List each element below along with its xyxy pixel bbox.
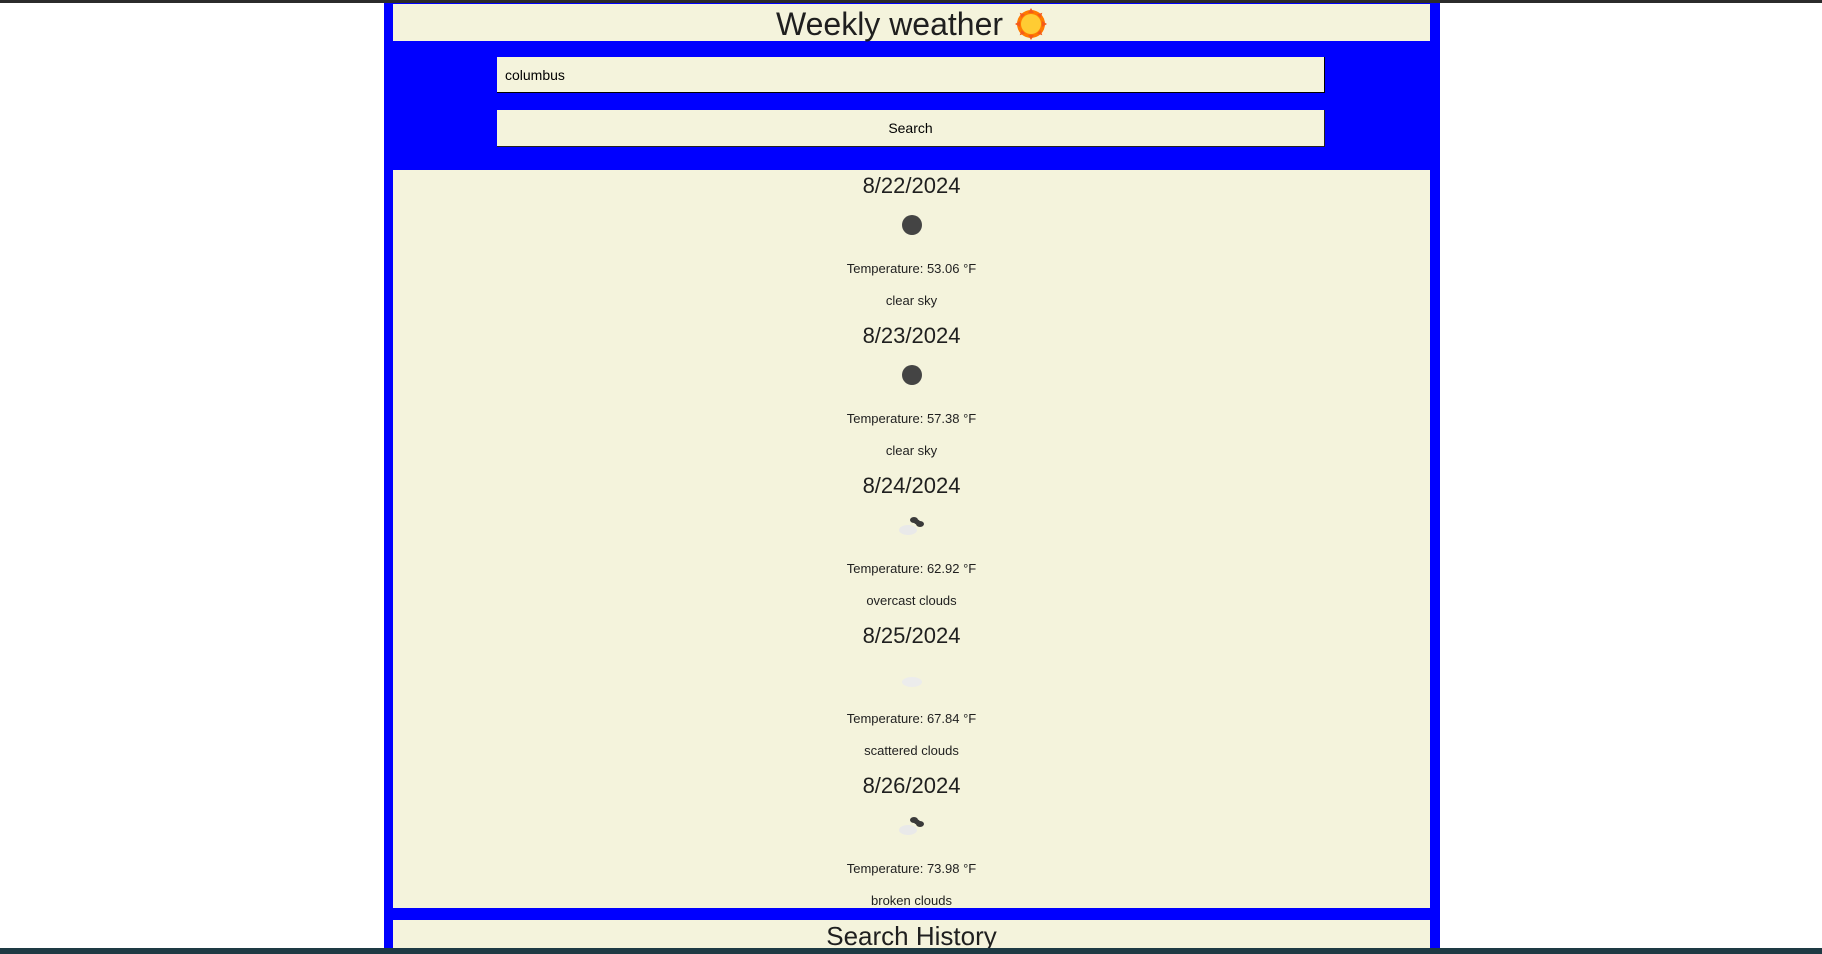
forecast-date: 8/26/2024 — [862, 773, 961, 798]
forecast-day: 8/26/2024 Temperature: 73.98 °F broken c… — [393, 773, 1430, 923]
search-history-title: Search History — [826, 921, 997, 948]
moon-icon — [896, 363, 928, 387]
forecast-day: 8/25/2024 Temperature: 67.84 °F scattere… — [393, 623, 1430, 773]
search-button[interactable]: Search — [497, 110, 1325, 147]
forecast-date: 8/25/2024 — [862, 623, 961, 648]
forecast-temperature: Temperature: 62.92 °F — [846, 561, 977, 576]
forecast-day: 8/22/2024 Temperature: 53.06 °F clear sk… — [393, 173, 1430, 323]
search-history-section: Search History — [393, 920, 1430, 948]
forecast-description: clear sky — [885, 443, 938, 458]
forecast-date: 8/24/2024 — [862, 473, 961, 498]
broken-clouds-icon — [896, 813, 928, 837]
window-bottom-border — [0, 948, 1822, 954]
forecast-list: 8/22/2024 Temperature: 53.06 °F clear sk… — [393, 170, 1430, 908]
city-search-input[interactable] — [497, 57, 1325, 93]
forecast-description: broken clouds — [871, 893, 952, 908]
forecast-description: clear sky — [885, 293, 938, 308]
forecast-date: 8/22/2024 — [862, 173, 961, 198]
forecast-temperature: Temperature: 57.38 °F — [846, 411, 977, 426]
app-frame: Weekly weather columbus Search 8/22/2024… — [384, 3, 1440, 948]
forecast-description: scattered clouds — [864, 743, 959, 758]
forecast-description: overcast clouds — [866, 593, 957, 608]
overcast-clouds-icon — [896, 513, 928, 537]
page-title-wrap: Weekly weather — [775, 4, 1048, 44]
forecast-temperature: Temperature: 53.06 °F — [846, 261, 977, 276]
scattered-clouds-icon — [896, 663, 928, 687]
moon-icon — [896, 213, 928, 237]
forecast-day: 8/24/2024 Temperature: 62.92 °F overcast… — [393, 473, 1430, 623]
sun-icon — [1015, 8, 1048, 40]
forecast-date: 8/23/2024 — [862, 323, 961, 348]
forecast-day: 8/23/2024 Temperature: 57.38 °F clear sk… — [393, 323, 1430, 473]
page-header: Weekly weather — [393, 4, 1430, 44]
forecast-temperature: Temperature: 73.98 °F — [846, 861, 977, 876]
forecast-temperature: Temperature: 67.84 °F — [846, 711, 977, 726]
page-title: Weekly weather — [775, 6, 1004, 42]
